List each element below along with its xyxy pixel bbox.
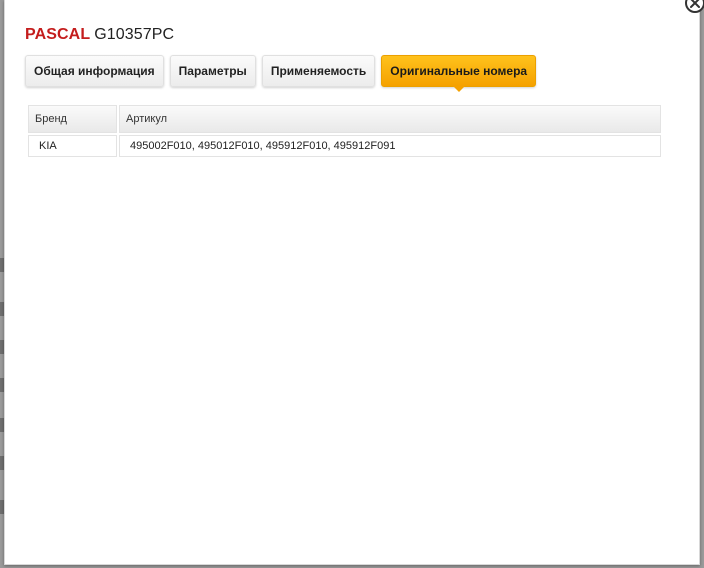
close-button[interactable]	[685, 0, 704, 13]
product-code: G10357PC	[94, 26, 175, 43]
tab-general-info[interactable]: Общая информация	[25, 55, 164, 87]
tab-label: Применяемость	[270, 64, 367, 78]
close-icon	[690, 0, 700, 8]
tab-label: Параметры	[178, 64, 247, 78]
tab-parameters[interactable]: Параметры	[169, 55, 256, 87]
column-header-brand: Бренд	[28, 105, 117, 133]
tab-applicability[interactable]: Применяемость	[261, 55, 376, 87]
product-brand: PASCAL	[25, 26, 91, 43]
page-title: PASCAL G10357PC	[25, 26, 174, 44]
table-row: KIA 495002F010, 495012F010, 495912F010, …	[28, 135, 661, 157]
active-tab-pointer	[452, 86, 465, 92]
cell-articles: 495002F010, 495012F010, 495912F010, 4959…	[119, 135, 661, 157]
tab-original-numbers[interactable]: Оригинальные номера	[381, 55, 537, 92]
cell-brand: KIA	[28, 135, 117, 157]
tab-label: Общая информация	[34, 64, 155, 78]
tab-label: Оригинальные номера	[390, 64, 528, 78]
column-header-article: Артикул	[119, 105, 661, 133]
original-numbers-table: Бренд Артикул KIA 495002F010, 495012F010…	[26, 103, 663, 159]
tab-bar: Общая информация Параметры Применяемость…	[25, 55, 537, 92]
table-header-row: Бренд Артикул	[28, 105, 661, 133]
product-modal: PASCAL G10357PC Общая информация Параметр…	[4, 0, 704, 565]
